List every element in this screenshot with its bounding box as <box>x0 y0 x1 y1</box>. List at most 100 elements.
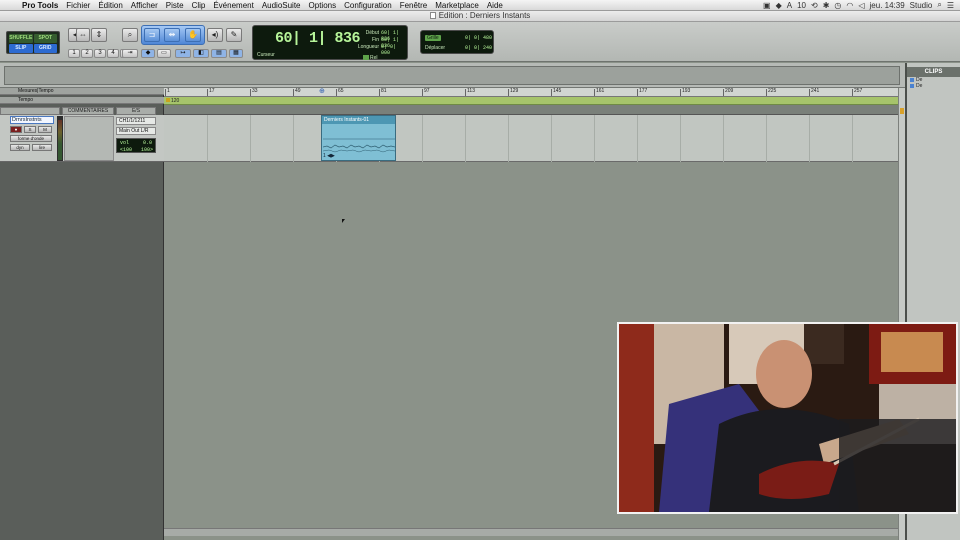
main-counter-value[interactable]: 60| 1| 836 <box>275 30 361 47</box>
pan-left-value[interactable]: <100 <box>120 147 132 153</box>
link-track-edit-icon[interactable]: ▭ <box>157 49 171 58</box>
keyboard-focus-icon[interactable]: ▤ <box>211 49 227 58</box>
nudge-label[interactable]: Déplacer <box>425 45 445 51</box>
vol-value[interactable]: 0.0 <box>143 140 152 146</box>
clip-list-item[interactable]: De <box>907 83 960 89</box>
sync-icon[interactable]: ⟲ <box>811 1 818 10</box>
menu-app[interactable]: Pro Tools <box>18 1 62 10</box>
notification-center-icon[interactable]: ☰ <box>947 1 954 10</box>
dropbox-icon[interactable]: ◆ <box>776 1 782 10</box>
ruler-label-tempo[interactable]: Tempo <box>0 97 164 104</box>
zoom-preset-4-button[interactable]: 4 <box>107 49 119 58</box>
zoom-vertical-icon[interactable]: ⇕ <box>91 28 107 42</box>
rel-toggle[interactable]: Rel <box>363 55 378 61</box>
insertion-follows-playback-icon[interactable]: ↦ <box>175 49 191 58</box>
spotlight-icon[interactable]: ⌕ <box>937 0 941 10</box>
tempo-marker[interactable]: 120 <box>166 97 179 105</box>
menu-afficher[interactable]: Afficher <box>127 1 162 10</box>
zoom-preset-3-button[interactable]: 3 <box>94 49 106 58</box>
nudge-value[interactable]: 0| 0| 240 <box>465 45 492 51</box>
menu-audiosuite[interactable]: AudioSuite <box>258 1 305 10</box>
wifi-icon[interactable]: ◠ <box>846 1 853 10</box>
volume-icon[interactable]: ◁ <box>858 1 864 10</box>
track-name-field[interactable]: DrnrsInstnts <box>10 116 54 124</box>
horizontal-scrollbar[interactable] <box>164 528 898 536</box>
zoom-preset-2-button[interactable]: 2 <box>81 49 93 58</box>
menu-evenement[interactable]: Événement <box>209 1 257 10</box>
zoomer-tool-icon[interactable]: ⌕ <box>122 28 138 42</box>
ruler-label-meter-tempo[interactable]: Mesures|Tempo <box>0 88 164 95</box>
tab-to-transient-icon[interactable]: ⇥ <box>122 49 138 58</box>
audio-clip[interactable]: Derniers Instants-01 1 ◀▶ <box>321 115 396 161</box>
zoom-horizontal-icon[interactable]: ⇔ <box>76 28 90 42</box>
track-lane[interactable] <box>164 115 898 162</box>
time-machine-icon[interactable]: ◷ <box>834 1 841 10</box>
record-enable-button[interactable]: ● <box>10 126 22 133</box>
track-header[interactable]: DrnrsInstnts ● S M forme d'onde dyn lire… <box>0 115 164 162</box>
volume-pan-display[interactable]: vol 0.0 <100 100> <box>116 138 156 153</box>
adobe-icon[interactable]: A <box>787 1 792 10</box>
menu-clip[interactable]: Clip <box>188 1 210 10</box>
grid-mode-button[interactable]: GRID <box>33 44 57 53</box>
bluetooth-icon[interactable]: ✱ <box>823 1 830 10</box>
track-output-selector[interactable]: Main Out L/R <box>116 127 156 135</box>
counter-format-chevron-icon[interactable]: ▾ <box>339 34 342 41</box>
track-view-selector[interactable]: forme d'onde <box>10 135 52 142</box>
grid-line <box>293 115 294 162</box>
dyn-button[interactable]: dyn <box>10 144 30 151</box>
trim-tool-icon[interactable]: ⊐ <box>144 28 160 42</box>
scrubber-tool-icon[interactable]: ◂) <box>207 28 223 42</box>
column-header-name[interactable] <box>0 107 60 115</box>
smart-tool-icon[interactable]: ▦ <box>229 49 243 58</box>
rel-checkbox-icon[interactable] <box>363 55 369 60</box>
grid-line <box>551 115 552 162</box>
vol-label: vol <box>120 140 130 146</box>
universe-view-strip[interactable] <box>4 66 900 85</box>
rel-label: Rel <box>370 55 378 61</box>
slip-mode-button[interactable]: SLIP <box>9 44 33 53</box>
camera-status-icon[interactable]: ▣ <box>763 1 771 10</box>
spot-mode-button[interactable]: SPOT <box>33 34 57 43</box>
length-value[interactable]: 0| 0| 000 <box>381 44 407 56</box>
cursor-label: Curseur <box>257 52 275 58</box>
bar-number: 225 <box>766 88 777 96</box>
tempo-ruler[interactable]: 120 <box>164 97 898 105</box>
link-timeline-icon[interactable]: ◆ <box>141 49 155 58</box>
clip-waveform <box>323 125 395 153</box>
pan-right-value[interactable]: 100> <box>141 147 153 153</box>
bars-beats-ruler[interactable]: 1 17 33 49 65 81 97 113 129 145 161 177 … <box>164 88 898 97</box>
column-header-io[interactable]: E/S <box>116 107 156 115</box>
mirror-midi-icon[interactable]: ◧ <box>193 49 209 58</box>
selector-tool-icon[interactable]: ⇹ <box>164 28 180 42</box>
shuffle-mode-button[interactable]: SHUFFLE <box>9 34 33 43</box>
playhead-marker-icon[interactable]: ⊕ <box>319 88 325 95</box>
track-comments-field[interactable] <box>64 116 114 161</box>
main-counter[interactable]: 60| 1| 836 ▾ Curseur Début 60| 1| 836 Fi… <box>252 25 408 61</box>
menu-aide[interactable]: Aide <box>483 1 507 10</box>
zoom-preset-1-button[interactable]: 1 <box>68 49 80 58</box>
grid-value[interactable]: 0| 0| 480 <box>465 35 492 41</box>
solo-button[interactable]: S <box>24 126 36 133</box>
column-header-comments[interactable]: COMMENTAIRES <box>62 107 114 115</box>
clip-icon <box>910 84 914 88</box>
length-label: Longueur <box>357 44 379 50</box>
mute-button[interactable]: M <box>38 126 52 133</box>
track-input-selector[interactable]: CH1/1/1211 <box>116 117 156 125</box>
track-header-area: Mesures|Tempo Tempo COMMENTAIRES E/S Drn… <box>0 88 164 540</box>
clips-header[interactable]: CLIPS <box>907 67 960 77</box>
document-icon <box>429 12 436 19</box>
user-name[interactable]: Studio <box>910 1 933 10</box>
menu-options[interactable]: Options <box>305 1 341 10</box>
menu-edition[interactable]: Édition <box>94 1 126 10</box>
menu-configuration[interactable]: Configuration <box>340 1 396 10</box>
pencil-tool-icon[interactable]: ✎ <box>226 28 242 42</box>
menu-fichier[interactable]: Fichier <box>62 1 94 10</box>
menu-marketplace[interactable]: Marketplace <box>431 1 483 10</box>
grid-label[interactable]: Grille <box>425 35 441 41</box>
menu-piste[interactable]: Piste <box>162 1 188 10</box>
bar-number: 257 <box>852 88 863 96</box>
grabber-tool-icon[interactable]: ✋ <box>185 28 201 42</box>
clock[interactable]: jeu. 14:39 <box>870 1 905 10</box>
automation-mode-selector[interactable]: lire <box>32 144 52 151</box>
menu-fenetre[interactable]: Fenêtre <box>396 1 432 10</box>
